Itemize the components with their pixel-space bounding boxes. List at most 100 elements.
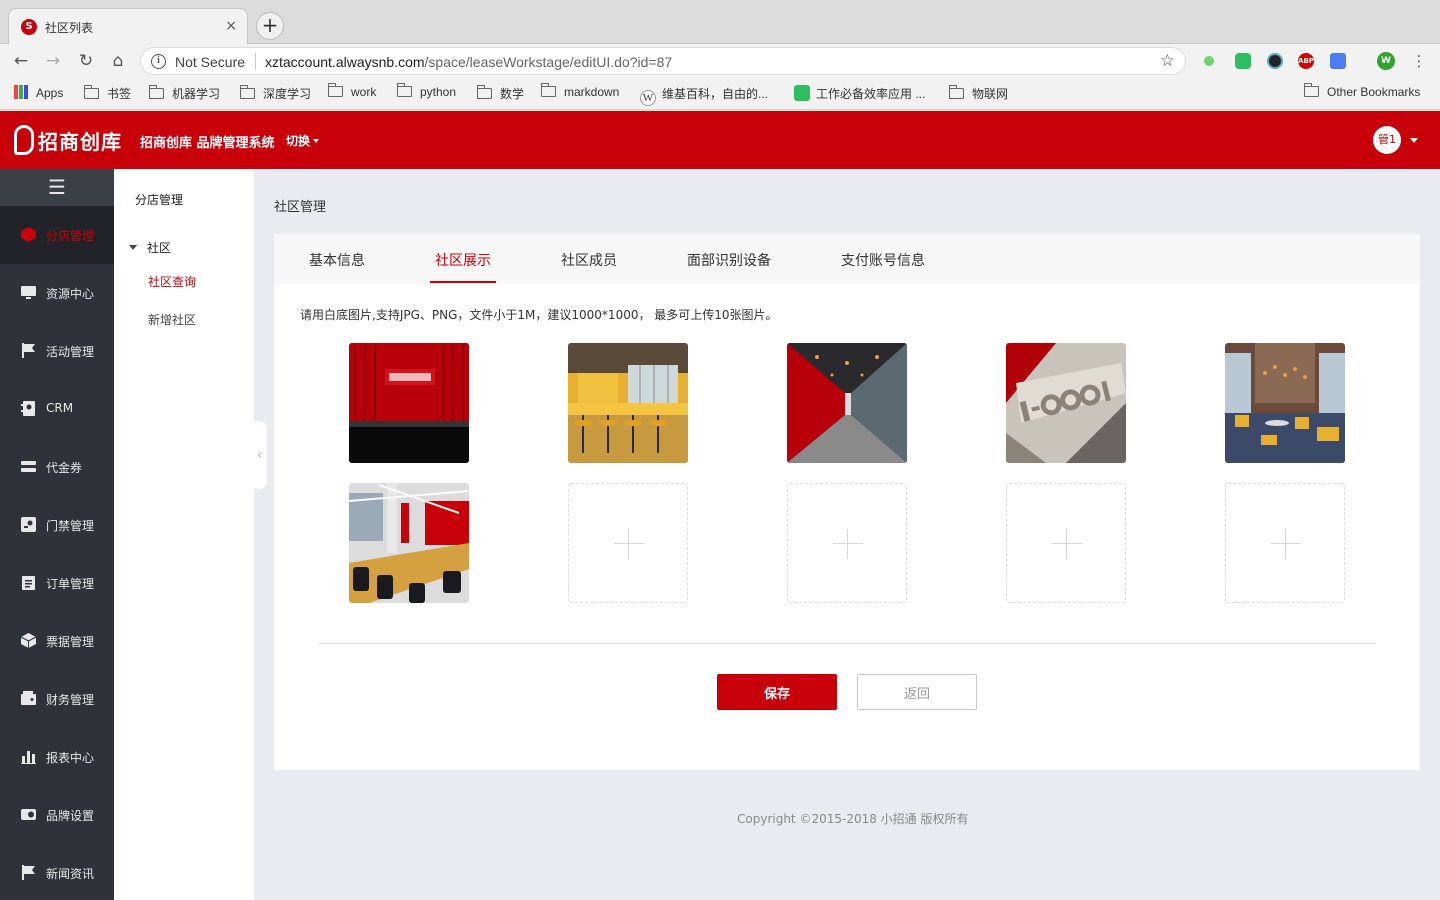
- sidebar-item-label: 报表中心: [46, 751, 95, 765]
- close-tab-icon[interactable]: ×: [225, 18, 237, 34]
- reload-icon[interactable]: ↻: [75, 50, 97, 72]
- sidebar-item-label: 票据管理: [46, 635, 95, 649]
- collapse-sidebar-handle[interactable]: ‹: [252, 421, 267, 489]
- flag-icon: [22, 865, 35, 880]
- tab-community-display[interactable]: 社区展示: [435, 250, 491, 270]
- home-icon[interactable]: ⌂: [107, 50, 129, 72]
- folder-icon: [83, 85, 99, 99]
- gallery-photo[interactable]: [1006, 343, 1126, 463]
- active-tab-indicator: [430, 281, 496, 283]
- bookmark-folder[interactable]: markdown: [540, 83, 619, 99]
- bookmark-folder[interactable]: 数学: [476, 85, 524, 102]
- sidebar-item-label: CRM: [46, 401, 74, 415]
- bookmark-folder[interactable]: 书签: [83, 85, 131, 102]
- clipboard-icon: [22, 576, 35, 590]
- new-tab-button[interactable]: +: [256, 12, 284, 40]
- logo-mark-icon: [14, 125, 34, 155]
- folder-icon: [948, 85, 964, 99]
- brand-logo[interactable]: 招商创库: [14, 125, 122, 155]
- bookmark-folder[interactable]: python: [396, 83, 456, 99]
- form-divider: [319, 643, 1376, 644]
- gallery-photo[interactable]: [787, 343, 907, 463]
- bookmark-star-icon[interactable]: ☆: [1160, 51, 1175, 71]
- folder-icon: [476, 85, 492, 99]
- url-host: xztaccount.alwaysnb.com: [265, 54, 425, 70]
- address-separator: [255, 53, 256, 70]
- contact-book-icon: [21, 401, 35, 416]
- color-picker-extension-icon[interactable]: [1267, 53, 1283, 69]
- evernote-extension-icon[interactable]: [1235, 53, 1251, 69]
- tab-face-recognition[interactable]: 面部识别设备: [687, 250, 771, 270]
- toggle-icon: [21, 809, 36, 820]
- browser-toolbar: ← → ↻ ⌂ i Not Secure xztaccount.alwaysnb…: [0, 44, 1440, 78]
- url-path: /space/leaseWorkstage/editUI.do?id=87: [424, 54, 673, 70]
- browser-tab[interactable]: S 社区列表 ×: [8, 8, 248, 44]
- status-dot-icon[interactable]: [1204, 56, 1214, 66]
- sidebar-item-news[interactable]: 新闻资讯: [0, 844, 114, 900]
- sidebar-item-branch-management[interactable]: 分店管理: [0, 206, 114, 264]
- sidebar-item-report-center[interactable]: 报表中心: [0, 728, 114, 786]
- translate-extension-icon[interactable]: [1330, 53, 1346, 69]
- bookmark-apps[interactable]: Apps: [14, 85, 63, 100]
- tab-bar: 基本信息 社区展示 社区成员 面部识别设备 支付账号信息: [274, 234, 1420, 284]
- sidebar-item-label: 财务管理: [46, 693, 95, 707]
- address-bar[interactable]: i Not Secure xztaccount.alwaysnb.com/spa…: [140, 47, 1186, 75]
- evernote-icon: [794, 85, 810, 101]
- folder-icon: [396, 83, 412, 97]
- subnav-group-community[interactable]: 社区: [129, 239, 171, 256]
- bookmark-folder[interactable]: 物联网: [948, 85, 1008, 102]
- menu-toggle-icon[interactable]: ☰: [0, 169, 114, 206]
- browser-tab-strip: S 社区列表 × +: [0, 0, 1440, 44]
- folder-icon: [1303, 83, 1319, 97]
- wallet-icon: [21, 691, 36, 705]
- bookmark-evernote[interactable]: 工作必备效率应用 ...: [794, 85, 925, 102]
- tab-community-members[interactable]: 社区成员: [561, 250, 617, 270]
- add-photo-slot[interactable]: [1225, 483, 1345, 603]
- add-photo-slot[interactable]: [787, 483, 907, 603]
- flag-icon: [22, 343, 35, 358]
- sidebar-item-access-control[interactable]: 门禁管理: [0, 496, 114, 554]
- adblock-extension-icon[interactable]: ABP: [1298, 53, 1314, 69]
- sidebar-item-activity-management[interactable]: 活动管理: [0, 322, 114, 380]
- url-text[interactable]: xztaccount.alwaysnb.com/space/leaseWorks…: [265, 54, 672, 70]
- gallery-photo[interactable]: [568, 343, 688, 463]
- forward-arrow-icon[interactable]: →: [42, 50, 64, 72]
- triangle-down-icon: [129, 245, 137, 250]
- browser-menu-icon[interactable]: ⋮: [1408, 50, 1430, 72]
- sidebar-item-label: 品牌设置: [46, 809, 95, 823]
- bookmark-wikipedia[interactable]: W 维基百科，自由的...: [640, 85, 768, 106]
- sidebar-item-order-management[interactable]: 订单管理: [0, 554, 114, 612]
- user-avatar[interactable]: 管1: [1373, 126, 1401, 154]
- sub-sidebar: 分店管理 社区 社区查询 新增社区: [114, 169, 254, 900]
- tab-basic-info[interactable]: 基本信息: [309, 250, 365, 270]
- sidebar-item-crm[interactable]: CRM: [0, 380, 114, 438]
- sidebar-item-resource-center[interactable]: 资源中心: [0, 264, 114, 322]
- add-photo-slot[interactable]: [1006, 483, 1126, 603]
- profile-avatar[interactable]: W: [1377, 52, 1395, 70]
- bar-chart-icon: [21, 751, 36, 764]
- info-icon[interactable]: i: [151, 54, 166, 69]
- sidebar-item-brand-settings[interactable]: 品牌设置: [0, 786, 114, 844]
- back-button[interactable]: 返回: [857, 674, 977, 710]
- subnav-link-community-query[interactable]: 社区查询: [148, 273, 196, 290]
- gallery-photo[interactable]: [349, 483, 469, 603]
- gallery-photo[interactable]: [349, 343, 469, 463]
- subnav-link-add-community[interactable]: 新增社区: [148, 311, 196, 328]
- add-photo-slot[interactable]: [568, 483, 688, 603]
- content-card: 基本信息 社区展示 社区成员 面部识别设备 支付账号信息 请用白底图片,支持JP…: [274, 234, 1420, 770]
- switch-dropdown[interactable]: 切换: [286, 132, 320, 149]
- user-menu-caret-icon[interactable]: [1410, 138, 1418, 143]
- bookmark-folder[interactable]: work: [327, 83, 376, 99]
- tab-payment-accounts[interactable]: 支付账号信息: [841, 250, 925, 270]
- save-button[interactable]: 保存: [717, 674, 837, 710]
- sidebar-item-vouchers[interactable]: 代金券: [0, 438, 114, 496]
- subnav-heading: 分店管理: [135, 193, 184, 207]
- other-bookmarks[interactable]: Other Bookmarks: [1303, 83, 1420, 99]
- bookmark-folder[interactable]: 深度学习: [239, 85, 311, 102]
- back-arrow-icon[interactable]: ←: [10, 50, 32, 72]
- sidebar-item-finance-management[interactable]: 财务管理: [0, 670, 114, 728]
- sidebar-item-invoice-management[interactable]: 票据管理: [0, 612, 114, 670]
- key-icon: [21, 517, 36, 532]
- gallery-photo[interactable]: [1225, 343, 1345, 463]
- bookmark-folder[interactable]: 机器学习: [148, 85, 220, 102]
